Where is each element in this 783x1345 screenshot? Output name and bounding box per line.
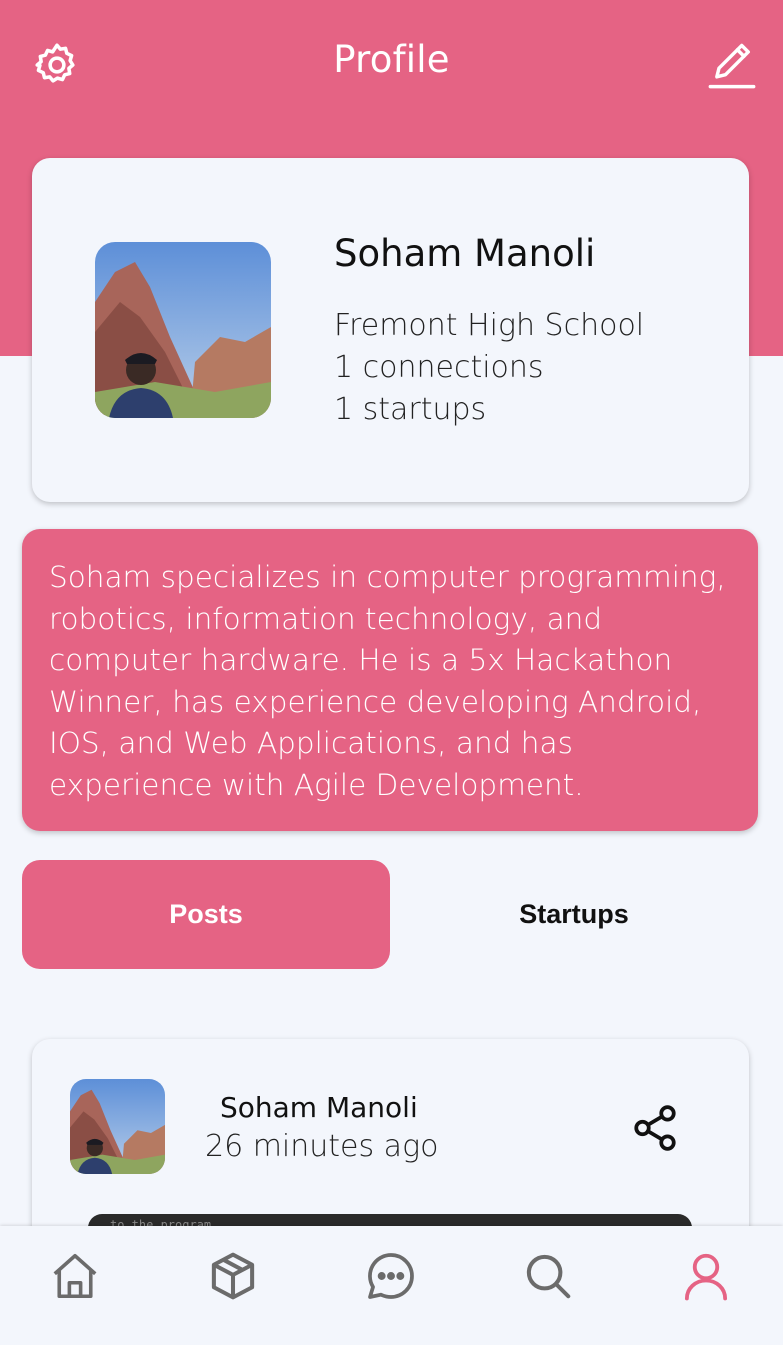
profile-card: Soham Manoli Fremont High School 1 conne… bbox=[32, 158, 749, 502]
nav-search[interactable] bbox=[518, 1246, 578, 1306]
profile-photo bbox=[70, 1079, 165, 1174]
share-button[interactable] bbox=[628, 1101, 682, 1155]
nav-messages[interactable] bbox=[361, 1246, 421, 1306]
chat-icon bbox=[368, 1253, 414, 1299]
home-icon bbox=[53, 1253, 97, 1299]
profile-startups[interactable]: 1 startups bbox=[334, 392, 486, 427]
post-timestamp: 26 minutes ago bbox=[205, 1129, 439, 1164]
tab-startups[interactable]: Startups bbox=[390, 860, 758, 969]
nav-profile[interactable] bbox=[676, 1246, 736, 1306]
profile-school: Fremont High School bbox=[334, 308, 645, 343]
top-bar: Profile bbox=[0, 0, 783, 130]
bottom-navigation bbox=[0, 1226, 783, 1345]
cube-icon bbox=[211, 1252, 255, 1300]
bio-card: Soham specializes in computer programmin… bbox=[22, 529, 758, 831]
profile-connections[interactable]: 1 connections bbox=[334, 350, 544, 385]
profile-photo bbox=[95, 242, 271, 418]
post-author-avatar[interactable] bbox=[70, 1079, 165, 1174]
page-title: Profile bbox=[333, 38, 450, 81]
user-icon bbox=[684, 1253, 728, 1301]
bio-text: Soham specializes in computer programmin… bbox=[49, 560, 726, 802]
share-icon bbox=[634, 1105, 676, 1151]
post-author-name[interactable]: Soham Manoli bbox=[220, 1091, 418, 1124]
profile-tabs: Posts Startups bbox=[22, 860, 758, 970]
profile-avatar[interactable] bbox=[95, 242, 271, 418]
nav-startups[interactable] bbox=[203, 1246, 263, 1306]
edit-icon bbox=[708, 43, 756, 89]
edit-profile-button[interactable] bbox=[704, 38, 760, 94]
nav-home[interactable] bbox=[45, 1246, 105, 1306]
search-icon bbox=[526, 1254, 571, 1299]
tab-posts[interactable]: Posts bbox=[22, 860, 390, 969]
profile-name: Soham Manoli bbox=[334, 232, 596, 275]
